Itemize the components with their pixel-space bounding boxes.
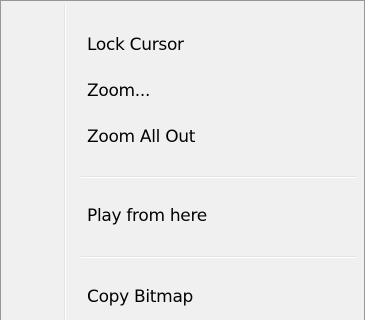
menu-separator: [81, 176, 356, 178]
menu-item-label: Lock Cursor: [87, 35, 184, 55]
context-menu: Lock Cursor Zoom... Zoom All Out Play fr…: [0, 0, 365, 320]
menu-item-label: Play from here: [87, 206, 207, 226]
menu-item-label: Zoom All Out: [87, 127, 196, 147]
menu-item-label: Copy Bitmap: [87, 287, 194, 307]
menu-item-zoom[interactable]: Zoom...: [5, 71, 360, 111]
menu-item-zoom-all-out[interactable]: Zoom All Out: [5, 117, 360, 157]
menu-item-label: Zoom...: [87, 81, 151, 101]
menu-item-copy-bitmap[interactable]: Copy Bitmap: [5, 277, 360, 317]
menu-item-play-from-here[interactable]: Play from here: [5, 196, 360, 236]
menu-separator: [81, 256, 356, 258]
menu-item-lock-cursor[interactable]: Lock Cursor: [5, 25, 360, 65]
